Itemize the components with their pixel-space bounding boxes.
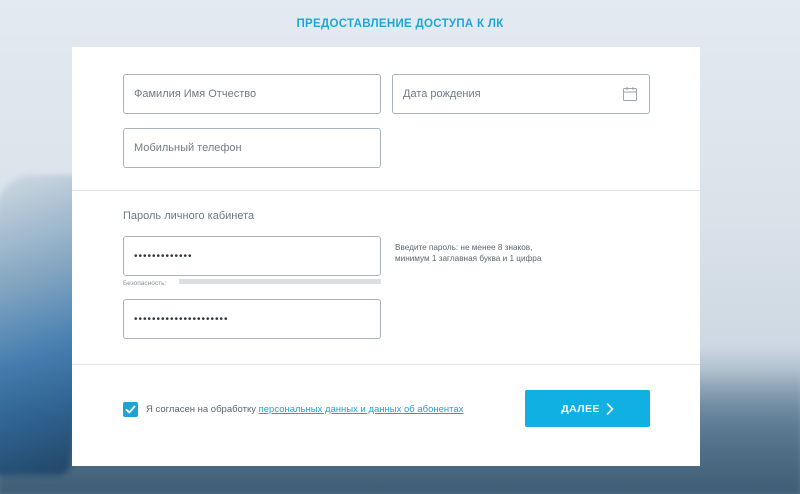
calendar-icon[interactable] [623,87,637,101]
consent-label: Я согласен на обработку [146,404,259,415]
password-strength-bar [179,279,381,284]
password-confirm-value: ••••••••••••••••••••• [134,313,229,325]
mobile-phone-placeholder: Мобильный телефон [134,142,242,154]
divider [72,364,700,365]
mobile-phone-field[interactable]: Мобильный телефон [123,128,381,168]
next-button[interactable]: ДАЛЕЕ [525,390,650,427]
password-hint-line1: Введите пароль: не менее 8 знаков, [395,243,533,252]
access-form-card: Фамилия Имя Отчество Дата рождения Мобил… [72,47,700,466]
password-hint: Введите пароль: не менее 8 знаков, миним… [395,243,565,264]
password-section-label: Пароль личного кабинета [123,210,255,222]
password-confirm-input[interactable]: ••••••••••••••••••••• [123,299,381,339]
password-input[interactable]: ••••••••••••• [123,236,381,276]
password-hint-line2: минимум 1 заглавная буква и 1 цифра [395,253,542,263]
consent-text: Я согласен на обработку персональных дан… [146,404,463,415]
birth-date-placeholder: Дата рождения [403,88,481,100]
full-name-placeholder: Фамилия Имя Отчество [134,88,257,100]
full-name-field[interactable]: Фамилия Имя Отчество [123,74,381,114]
divider [72,190,700,191]
checkmark-icon [125,405,136,414]
consent-checkbox[interactable] [123,402,138,417]
chevron-right-icon [606,402,614,415]
password-value: ••••••••••••• [134,250,193,262]
page-title: ПРЕДОСТАВЛЕНИЕ ДОСТУПА К ЛК [296,18,504,30]
next-button-label: ДАЛЕЕ [561,402,600,415]
password-strength-label: Безопасность: [123,280,167,287]
personal-data-link[interactable]: персональных данных и данных об абонента… [259,404,464,415]
birth-date-field[interactable]: Дата рождения [392,74,650,114]
